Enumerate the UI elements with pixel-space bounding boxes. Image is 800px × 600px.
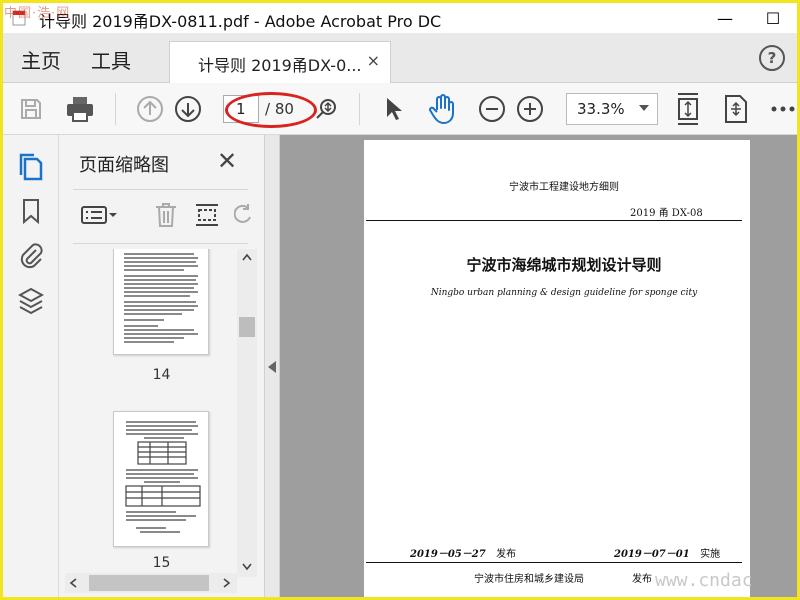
tab-bar: 主页 工具 计导则 2019甬DX-0... × ? — [3, 33, 797, 83]
fit-page-icon[interactable] — [673, 91, 703, 127]
chevron-down-icon — [639, 105, 649, 111]
page-highlight-ellipse — [225, 92, 317, 128]
scroll-left-arrow-icon[interactable] — [69, 578, 77, 588]
watermark-top: 中国·浩·网 — [4, 6, 71, 21]
tab-tools[interactable]: 工具 — [91, 45, 131, 74]
tab-document[interactable]: 计导则 2019甬DX-0... × — [169, 41, 391, 83]
zoom-marquee-icon[interactable] — [313, 95, 339, 123]
zoom-in-icon[interactable] — [515, 94, 545, 124]
document-tab-label: 计导则 2019甬DX-0... — [198, 56, 362, 75]
thumbnail-page-14[interactable] — [113, 249, 209, 355]
panel-splitter[interactable] — [264, 135, 280, 597]
scroll-up-arrow-icon[interactable] — [242, 253, 252, 261]
scrollbar-thumb[interactable] — [89, 575, 209, 591]
document-issuer: 宁波市住房和城乡建设局 — [474, 574, 584, 585]
zoom-select[interactable]: 33.3% — [566, 93, 658, 125]
toolbar-separator — [115, 93, 116, 125]
scrollbar-thumb[interactable] — [239, 317, 255, 337]
zoom-out-icon[interactable] — [477, 94, 507, 124]
close-tab-button[interactable]: × — [367, 51, 380, 70]
document-subtitle: Ningbo urban planning & design guideline… — [430, 288, 698, 298]
thumbnail-vertical-scrollbar[interactable] — [237, 249, 257, 577]
toolbar-separator — [359, 93, 360, 125]
window-title: 计导则 2019甬DX-0811.pdf - Adobe Acrobat Pro… — [39, 12, 442, 31]
document-title: 宁波市海绵城市规划设计导则 — [466, 256, 662, 274]
collapse-arrow-icon[interactable] — [268, 361, 276, 373]
footer-rule — [366, 562, 742, 563]
publish-line: 2019－05－27 发布 — [410, 545, 516, 560]
close-panel-button[interactable]: ✕ — [217, 147, 237, 175]
maximize-button[interactable]: ☐ — [755, 5, 791, 31]
publish-label: 发布 — [496, 549, 517, 560]
implement-label: 实施 — [700, 549, 721, 560]
panel-divider — [73, 189, 248, 190]
navigation-rail — [3, 135, 59, 597]
pages-icon[interactable] — [17, 153, 45, 181]
scroll-right-arrow-icon[interactable] — [223, 578, 231, 588]
title-bar: 计导则 2019甬DX-0811.pdf - Adobe Acrobat Pro… — [3, 3, 797, 33]
document-header: 宁波市工程建设地方细则 — [509, 182, 619, 193]
extract-icon[interactable] — [193, 201, 221, 229]
thumbnail-page-number: 15 — [152, 555, 171, 571]
hand-tool-icon[interactable] — [427, 92, 459, 126]
thumbnail-list: 14 15 — [59, 249, 237, 579]
panel-divider — [73, 243, 248, 244]
minimize-button[interactable]: — — [707, 5, 743, 31]
panel-title: 页面缩略图 — [79, 155, 169, 176]
thumbnail-panel: 页面缩略图 ✕ 14 15 — [59, 135, 264, 597]
select-cursor-icon[interactable] — [381, 95, 407, 123]
more-icon[interactable] — [769, 103, 797, 115]
page-up-icon[interactable] — [135, 94, 165, 124]
page-down-icon[interactable] — [173, 94, 203, 124]
implement-date: 2019－07－01 — [614, 549, 690, 560]
document-view[interactable]: 宁波市工程建设地方细则 2019 甬 DX-08 宁波市海绵城市规划设计导则 N… — [280, 135, 797, 597]
attachment-icon[interactable] — [17, 241, 45, 269]
bookmark-icon[interactable] — [17, 197, 45, 225]
zoom-value: 33.3% — [577, 100, 625, 118]
scroll-down-arrow-icon[interactable] — [242, 563, 252, 571]
implement-line: 2019－07－01 实施 — [614, 545, 720, 560]
thumbnail-page-15[interactable] — [113, 411, 209, 547]
issue-label: 发布 — [632, 574, 652, 585]
thumbnail-page-number: 14 — [152, 367, 171, 383]
delete-icon[interactable] — [153, 201, 179, 229]
tab-home[interactable]: 主页 — [21, 45, 61, 74]
document-code: 2019 甬 DX-08 — [630, 208, 703, 219]
print-icon[interactable] — [63, 93, 97, 125]
toolbar: 1 / 80 33.3% — [3, 83, 797, 135]
publish-date: 2019－05－27 — [410, 549, 486, 560]
full-screen-icon[interactable] — [721, 92, 751, 126]
thumbnail-horizontal-scrollbar[interactable] — [65, 573, 237, 593]
save-icon[interactable] — [17, 95, 45, 123]
help-button[interactable]: ? — [759, 45, 785, 71]
watermark-bottom: www.cndac — [655, 570, 753, 591]
options-menu-icon[interactable] — [79, 203, 119, 227]
header-rule — [366, 220, 742, 221]
document-page: 宁波市工程建设地方细则 2019 甬 DX-08 宁波市海绵城市规划设计导则 N… — [364, 140, 750, 597]
layers-icon[interactable] — [17, 287, 45, 315]
rotate-icon[interactable] — [233, 201, 253, 229]
